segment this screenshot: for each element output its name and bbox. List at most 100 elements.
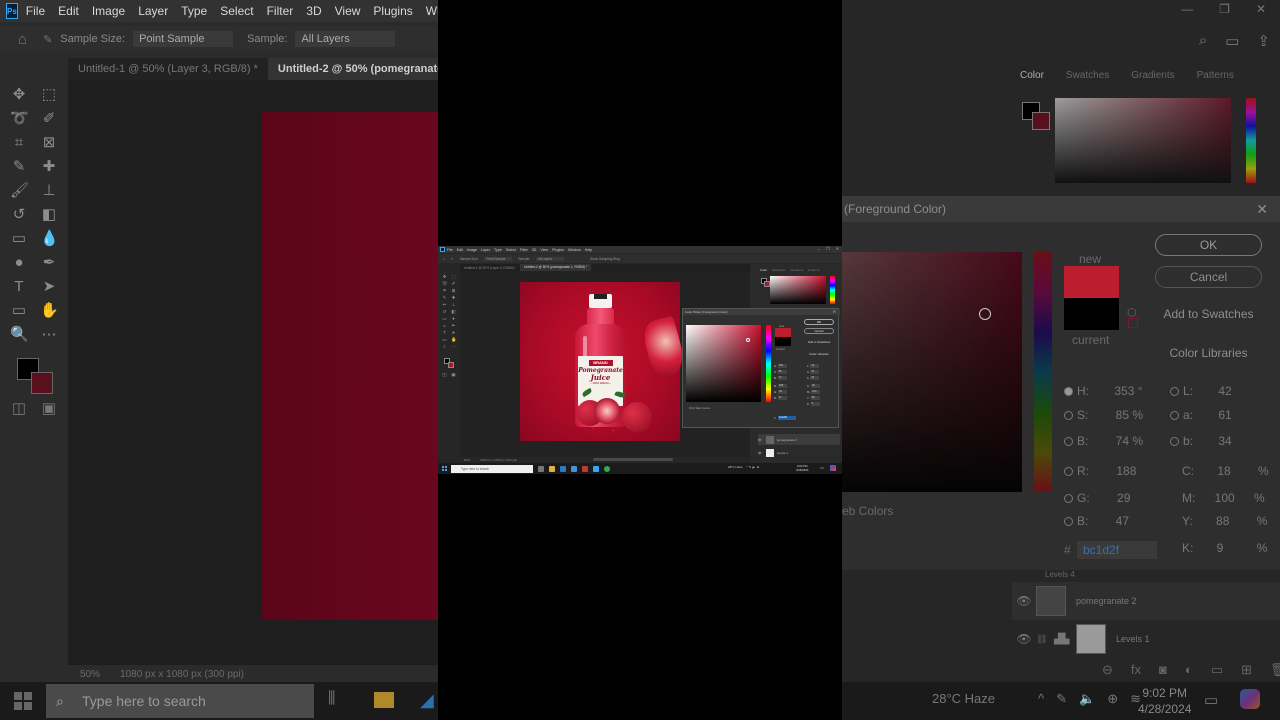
dialog-color-field[interactable] — [686, 325, 761, 402]
yellow-value[interactable]: 88 — [810, 396, 820, 400]
green-value[interactable]: 29 — [1117, 491, 1130, 505]
dialog-close-icon[interactable]: ✕ — [833, 309, 836, 315]
eyedropper-icon[interactable]: ✎ — [451, 257, 454, 261]
home-icon[interactable]: ⌂ — [443, 257, 445, 261]
frame-tool-icon[interactable]: ⊠ — [451, 288, 456, 293]
brightness-value[interactable]: 74 — [1116, 434, 1129, 448]
sample-select[interactable]: All Layers — [536, 256, 565, 261]
hex-input[interactable]: bc1d2f — [1077, 541, 1157, 559]
healing-tool-icon[interactable]: ✚ — [451, 295, 456, 300]
fx-icon[interactable]: fx — [1131, 662, 1141, 678]
dialog-close-icon[interactable]: ✕ — [1256, 196, 1268, 222]
only-web-colors-checkbox[interactable]: Only Web Colors — [689, 406, 710, 410]
type-tool-icon[interactable]: T — [10, 278, 28, 296]
quick-select-tool-icon[interactable]: ✐ — [40, 110, 58, 128]
lab-b-radio[interactable] — [1170, 437, 1179, 446]
taskbar-search-box[interactable]: ⌕ Type here to search — [46, 684, 314, 718]
layer-row-levels-1[interactable]: 👁 ⛓ ▟▙ Levels 1 — [1012, 620, 1280, 658]
stamp-tool-icon[interactable]: ⊥ — [451, 302, 456, 307]
menu-layer[interactable]: Layer — [138, 4, 168, 18]
notification-icon[interactable]: ▭ — [820, 465, 824, 470]
app-icon[interactable] — [571, 465, 577, 472]
panel-hue-slider[interactable] — [1246, 98, 1256, 183]
dodge-tool-icon[interactable]: ◒ — [442, 323, 447, 328]
eyedropper-tool-icon[interactable]: ✎ — [442, 295, 447, 300]
hand-tool-icon[interactable]: ✋ — [40, 302, 59, 320]
hue-value[interactable]: 353 — [777, 364, 787, 368]
new-group-icon[interactable]: ▭ — [1211, 662, 1223, 678]
saturation-value[interactable]: 85 — [1116, 408, 1129, 422]
task-view-icon[interactable]: ⫼ — [328, 690, 335, 708]
share-icon[interactable]: ⇪ — [1257, 32, 1270, 50]
tab-untitled-2[interactable]: Untitled-2 @ 50% (pomegranate 1, RGB/8) … — [520, 264, 592, 271]
lab-a-value[interactable]: 61 — [1218, 408, 1231, 422]
saturation-value[interactable]: 85 — [777, 370, 787, 374]
new-layer-icon[interactable]: ⊞ — [1241, 662, 1252, 678]
color-libraries-button[interactable]: Color Libraries — [1155, 343, 1262, 365]
layer-row-levels-1[interactable]: 👁 Levels 1 — [758, 447, 840, 458]
close-window-icon[interactable]: ✕ — [836, 246, 839, 251]
menu-help[interactable]: Help — [585, 248, 592, 252]
healing-tool-icon[interactable]: ✚ — [40, 158, 58, 176]
cyan-value[interactable]: 18 — [810, 384, 820, 388]
black-value[interactable]: 9 — [810, 402, 820, 406]
search-icon[interactable]: ⌕ — [1199, 32, 1207, 50]
hue-value[interactable]: 353 — [1114, 384, 1134, 398]
crop-tool-icon[interactable]: ⌗ — [442, 288, 447, 293]
menu-file[interactable]: File — [26, 4, 45, 18]
red-radio[interactable] — [1064, 467, 1073, 476]
network-icon[interactable]: ⊕ — [1107, 691, 1118, 707]
only-web-colors-label[interactable]: eb Colors — [842, 504, 893, 518]
weather-widget[interactable]: 28°C Haze — [932, 691, 995, 706]
photoshop-taskbar-icon[interactable] — [593, 465, 599, 472]
tab-untitled-1[interactable]: Untitled-1 @ 50% (Layer 3, RGB/8) * — [460, 266, 520, 270]
sample-size-select[interactable]: Point Sample — [484, 256, 513, 261]
copilot-icon[interactable] — [1240, 689, 1260, 709]
brightness-radio[interactable] — [1064, 437, 1073, 446]
hue-radio[interactable] — [1064, 387, 1073, 396]
add-to-swatches-button[interactable]: Add to Swatches — [1155, 304, 1262, 326]
menu-window[interactable]: Window — [426, 4, 438, 18]
background-color-swatch[interactable] — [448, 362, 454, 368]
brightness-value[interactable]: 74 — [777, 376, 787, 380]
screen-mode-icon[interactable]: ▣ — [40, 400, 58, 418]
notification-icon[interactable]: ▭ — [1204, 691, 1218, 709]
blur-tool-icon[interactable]: ● — [451, 316, 456, 321]
taskbar-search-box[interactable]: Type here to search — [451, 464, 533, 473]
menu-plugins[interactable]: Plugins — [373, 4, 412, 18]
stamp-tool-icon[interactable]: ⊥ — [40, 182, 58, 200]
task-view-icon[interactable] — [538, 465, 544, 472]
menu-edit[interactable]: Edit — [58, 4, 79, 18]
volume-icon[interactable]: 🔈 — [1079, 691, 1095, 707]
weather-widget[interactable]: 28°C Haze — [728, 465, 743, 469]
hand-tool-icon[interactable]: ✋ — [451, 337, 457, 342]
windows-start-icon[interactable] — [442, 466, 447, 471]
menu-view[interactable]: View — [540, 248, 548, 252]
panel-hue-slider[interactable] — [830, 276, 835, 304]
tab-untitled-2[interactable]: Untitled-2 @ 50% (pomegranate 1, RGB/8) … — [267, 58, 438, 80]
quick-mask-icon[interactable]: ◫ — [442, 372, 447, 377]
menu-image[interactable]: Image — [92, 4, 125, 18]
color-picker-cursor[interactable] — [746, 338, 750, 342]
background-color-swatch[interactable] — [31, 372, 53, 394]
delete-layer-icon[interactable]: 🗑 — [1270, 662, 1280, 678]
restore-icon[interactable]: ❐ — [1219, 2, 1230, 16]
sample-size-select[interactable]: Point Sample — [133, 31, 234, 47]
red-value[interactable]: 188 — [777, 384, 787, 388]
menu-select[interactable]: Select — [506, 248, 516, 252]
web-safe-warning-icon[interactable] — [1128, 318, 1138, 328]
tab-patterns[interactable]: Patterns — [808, 268, 819, 272]
lab-a-radio[interactable] — [1170, 411, 1179, 420]
menu-view[interactable]: View — [335, 4, 361, 18]
menu-type[interactable]: Type — [181, 4, 207, 18]
home-icon[interactable]: ⌂ — [18, 31, 27, 48]
magenta-value[interactable]: 100 — [1215, 491, 1235, 505]
quick-select-tool-icon[interactable]: ✐ — [451, 281, 456, 286]
yellow-value[interactable]: 88 — [1216, 514, 1229, 528]
workspace-icon[interactable]: ▭ — [1225, 32, 1239, 50]
eraser-tool-icon[interactable]: ◧ — [451, 309, 456, 314]
lab-l-radio[interactable] — [1170, 387, 1179, 396]
menu-window[interactable]: Window — [568, 248, 581, 252]
dialog-color-field[interactable] — [842, 252, 1022, 492]
tab-patterns[interactable]: Patterns — [1197, 70, 1234, 81]
